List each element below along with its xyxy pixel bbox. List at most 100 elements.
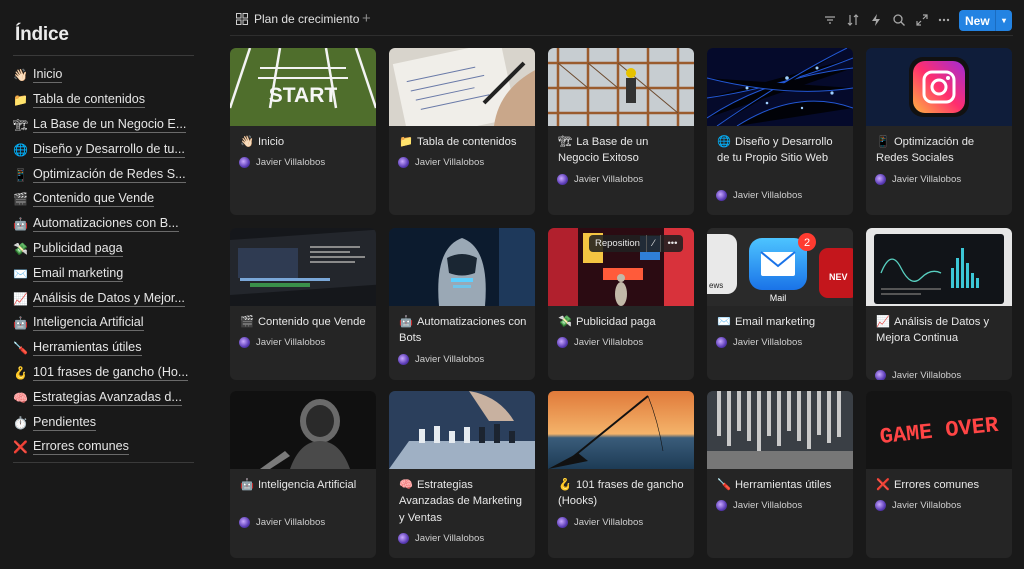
- index-item-label[interactable]: Automatizaciones con B...: [33, 216, 179, 233]
- card-title[interactable]: 👋🏻 Inicio: [240, 134, 370, 150]
- index-item[interactable]: 🤖 Automatizaciones con B...: [13, 212, 198, 237]
- lightning-icon[interactable]: [869, 13, 883, 27]
- index-item[interactable]: ⏱️ Pendientes: [13, 410, 198, 435]
- more-icon[interactable]: [937, 13, 951, 27]
- card-cover-image: [707, 391, 853, 469]
- index-sidebar: Índice 👋🏻 Inicio 📁 Tabla de contenidos 🏗 La B…: [0, 0, 205, 569]
- card-title[interactable]: 📱 Optimización de Redes Sociales: [876, 134, 1006, 167]
- index-item[interactable]: 🏗 La Base de un Negocio E...: [13, 113, 198, 138]
- index-item-label[interactable]: Inteligencia Artificial: [33, 315, 144, 332]
- gallery-card[interactable]: ews 2 Mail NEV ✉️ Email marketing Javier Villa…: [707, 228, 853, 380]
- card-title[interactable]: 🧠 Estrategias Avanzadas de Marketing y Ve…: [399, 477, 529, 526]
- card-cover-image: ews 2 Mail NEV: [707, 228, 853, 306]
- page-emoji-icon: 📱: [876, 136, 890, 148]
- index-item[interactable]: 🎬 Contenido que Vende: [13, 187, 198, 212]
- gallery-card[interactable]: 🤖 Inteligencia Artificial Javier Villalobo…: [230, 391, 376, 558]
- card-author: Javier Villalobos: [875, 500, 961, 512]
- search-icon[interactable]: [892, 13, 906, 27]
- sort-icon[interactable]: [846, 13, 860, 27]
- index-item[interactable]: 🤖 Inteligencia Artificial: [13, 311, 198, 336]
- index-item[interactable]: ❌ Errores comunes: [13, 435, 198, 460]
- index-item[interactable]: ✉️ Email marketing: [13, 261, 198, 286]
- index-item[interactable]: 🧠 Estrategias Avanzadas d...: [13, 385, 198, 410]
- gallery-card[interactable]: 🌐 Diseño y Desarrollo de tu Propio Sitio …: [707, 48, 853, 215]
- index-item-label[interactable]: Contenido que Vende: [33, 191, 155, 208]
- card-title[interactable]: 🪛 Herramientas útiles: [717, 477, 847, 493]
- page-emoji-icon: ❌: [13, 440, 28, 455]
- card-title[interactable]: 💸 Publicidad paga: [558, 314, 688, 330]
- index-item-label[interactable]: Estrategias Avanzadas d...: [33, 390, 182, 406]
- index-item-label[interactable]: Errores comunes: [33, 439, 129, 456]
- index-item-label[interactable]: Email marketing: [33, 266, 124, 282]
- index-item[interactable]: 💸 Publicidad paga: [13, 237, 198, 262]
- gallery-card[interactable]: 🪛 Herramientas útiles Javier Villalobos: [707, 391, 853, 558]
- card-title-text: Estrategias Avanzadas de Marketing y Ven…: [399, 479, 522, 524]
- reposition-button[interactable]: Reposition: [589, 235, 646, 252]
- card-title-text: Email marketing: [734, 316, 816, 328]
- gallery-card[interactable]: START 👋🏻 Inicio Javier Villalobos: [230, 48, 376, 215]
- index-item[interactable]: 🪝 101 frases de gancho (Ho...: [13, 361, 198, 386]
- card-title[interactable]: 🪝 101 frases de gancho (Hooks): [558, 477, 688, 510]
- card-title[interactable]: 🤖 Inteligencia Artificial: [240, 477, 370, 493]
- index-item-label[interactable]: 101 frases de gancho (Ho...: [33, 365, 189, 381]
- gallery-card[interactable]: 🧠 Estrategias Avanzadas de Marketing y Ve…: [389, 391, 535, 558]
- card-title[interactable]: 🤖 Automatizaciones con Bots: [399, 314, 529, 347]
- gallery-card[interactable]: 🪝 101 frases de gancho (Hooks) Javier Vill…: [548, 391, 694, 558]
- gallery-card[interactable]: 📁 Tabla de contenidos Javier Villalobos: [389, 48, 535, 215]
- card-cover-image: [230, 228, 376, 306]
- page-emoji-icon: 🪝: [558, 479, 572, 491]
- index-item-label[interactable]: Diseño y Desarrollo de tu...: [33, 142, 185, 158]
- avatar: [398, 532, 409, 544]
- card-title[interactable]: 📈 Análisis de Datos y Mejora Continua: [876, 314, 1006, 347]
- avatar: [716, 500, 727, 512]
- card-title-text: 101 frases de gancho (Hooks): [558, 479, 684, 508]
- view-tab-plan[interactable]: Plan de crecimiento: [236, 12, 359, 26]
- edit-cover-icon[interactable]: ⁄: [647, 235, 661, 252]
- page-emoji-icon: 📁: [399, 136, 413, 148]
- card-title[interactable]: ❌ Errores comunes: [876, 477, 1006, 493]
- page-emoji-icon: 🏗: [13, 117, 29, 132]
- filter-icon[interactable]: [823, 13, 837, 27]
- index-item[interactable]: 🪛 Herramientas útiles: [13, 336, 198, 361]
- card-title[interactable]: 📁 Tabla de contenidos: [399, 134, 529, 150]
- view-tab-label: Plan de crecimiento: [254, 12, 360, 26]
- index-item-label[interactable]: La Base de un Negocio E...: [33, 117, 187, 133]
- card-author: Javier Villalobos: [557, 173, 643, 185]
- index-item-label[interactable]: Pendientes: [33, 415, 97, 431]
- gallery-card[interactable]: 🎬 Contenido que Vende Javier Villalobos: [230, 228, 376, 380]
- gallery-card[interactable]: GAME OVER ❌ Errores comunes Javier Villalob…: [866, 391, 1012, 558]
- cover-reposition-bar[interactable]: Reposition ⁄ •••: [589, 235, 684, 252]
- add-view-button[interactable]: +: [362, 10, 371, 27]
- page-emoji-icon: ⏱️: [13, 415, 28, 430]
- index-item[interactable]: 👋🏻 Inicio: [13, 63, 198, 88]
- gallery-card[interactable]: 📈 Análisis de Datos y Mejora Continua Javi…: [866, 228, 1012, 380]
- index-item[interactable]: 📱 Optimización de Redes S...: [13, 162, 198, 187]
- index-title: Índice: [15, 24, 69, 45]
- card-title[interactable]: 🎬 Contenido que Vende: [240, 314, 370, 330]
- index-item[interactable]: 📁 Tabla de contenidos: [13, 88, 198, 113]
- expand-icon[interactable]: [915, 13, 929, 27]
- index-item-label[interactable]: Inicio: [33, 67, 63, 84]
- index-item-label[interactable]: Optimización de Redes S...: [33, 167, 186, 183]
- page-emoji-icon: 🧠: [399, 479, 413, 491]
- new-button[interactable]: New ▾: [959, 10, 1012, 31]
- page-emoji-icon: ✉️: [13, 266, 28, 281]
- index-item-label[interactable]: Herramientas útiles: [33, 340, 142, 357]
- index-item-label[interactable]: Tabla de contenidos: [33, 92, 146, 109]
- gallery-card[interactable]: 📱 Optimización de Redes Sociales Javier Vi…: [866, 48, 1012, 215]
- card-title[interactable]: 🏗 La Base de un Negocio Exitoso: [558, 134, 688, 167]
- chevron-down-icon[interactable]: ▾: [996, 16, 1012, 25]
- cover-more-icon[interactable]: •••: [661, 235, 683, 252]
- cover-text: NEV: [829, 272, 848, 282]
- gallery-card[interactable]: 🤖 Automatizaciones con Bots Javier Villalo…: [389, 228, 535, 380]
- gallery-card[interactable]: 🏗 La Base de un Negocio Exitoso Javier Vil…: [548, 48, 694, 215]
- index-item-label[interactable]: Publicidad paga: [33, 241, 123, 257]
- card-author: Javier Villalobos: [875, 369, 961, 380]
- index-item[interactable]: 🌐 Diseño y Desarrollo de tu...: [13, 137, 198, 162]
- card-title[interactable]: ✉️ Email marketing: [717, 314, 847, 330]
- index-item-label[interactable]: Análisis de Datos y Mejor...: [33, 291, 185, 307]
- author-name: Javier Villalobos: [574, 337, 644, 349]
- card-title[interactable]: 🌐 Diseño y Desarrollo de tu Propio Sitio …: [717, 134, 847, 167]
- card-author: Javier Villalobos: [398, 157, 484, 169]
- index-item[interactable]: 📈 Análisis de Datos y Mejor...: [13, 286, 198, 311]
